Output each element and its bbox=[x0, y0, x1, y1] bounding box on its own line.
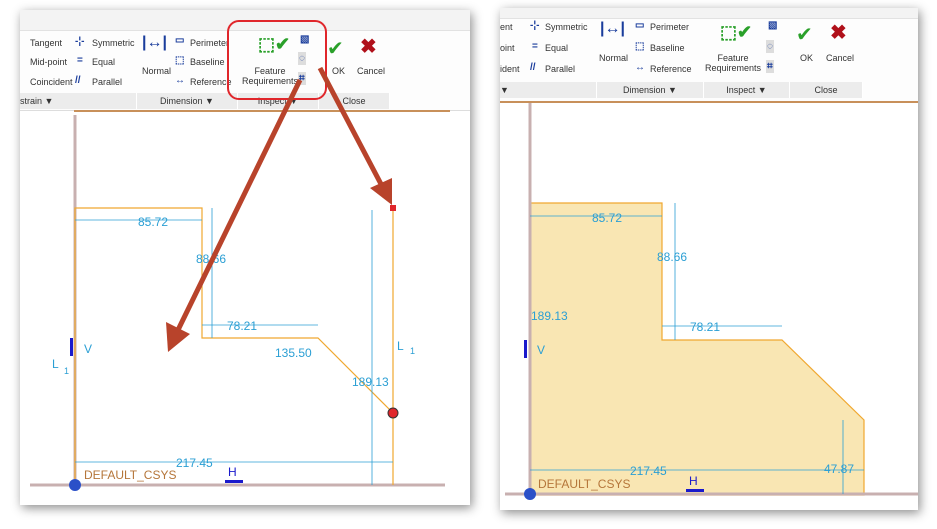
csys-icon bbox=[524, 488, 536, 500]
csys-label: DEFAULT_CSYS bbox=[538, 477, 630, 491]
annotation-arrows bbox=[166, 66, 392, 352]
vertical-constraint: V bbox=[537, 343, 545, 357]
dimension-label[interactable]: 189.13 bbox=[531, 309, 568, 323]
dimension-label[interactable]: 189.13 bbox=[352, 375, 389, 389]
constraint-label: 1 bbox=[64, 366, 69, 376]
right-sketch: 85.72 88.66 78.21 189.13 217.45 47.87 V … bbox=[505, 103, 918, 500]
dimension-label[interactable]: 78.21 bbox=[690, 320, 720, 334]
dimension-label[interactable]: 78.21 bbox=[227, 319, 257, 333]
vertical-constraint-bar bbox=[524, 340, 527, 358]
open-end-marker bbox=[387, 407, 399, 419]
dimension-label[interactable]: 85.72 bbox=[592, 211, 622, 225]
shaded-closed-loop[interactable] bbox=[529, 202, 865, 496]
vertical-constraint-bar bbox=[70, 338, 73, 356]
dimension-label[interactable]: 47.87 bbox=[824, 462, 854, 476]
csys-icon bbox=[69, 479, 81, 491]
horizontal-constraint-bar bbox=[686, 489, 704, 492]
open-end-marker bbox=[390, 205, 396, 211]
constraint-label: L bbox=[397, 339, 404, 353]
dimension-label[interactable]: 135.50 bbox=[275, 346, 312, 360]
horizontal-constraint: H bbox=[689, 474, 698, 488]
constraint-label: L bbox=[52, 357, 59, 371]
sketch-overlay: 85.72 88.66 78.21 135.50 189.13 217.45 L… bbox=[30, 66, 918, 500]
constraint-label: 1 bbox=[410, 346, 415, 356]
csys-label: DEFAULT_CSYS bbox=[84, 468, 176, 482]
left-sketch: 85.72 88.66 78.21 135.50 189.13 217.45 L… bbox=[30, 115, 445, 491]
dimension-label[interactable]: 85.72 bbox=[138, 215, 168, 229]
dimension-label[interactable]: 217.45 bbox=[176, 456, 213, 470]
sketch-outline[interactable] bbox=[74, 207, 394, 485]
dimension-label[interactable]: 217.45 bbox=[630, 464, 667, 478]
horizontal-constraint-bar bbox=[225, 480, 243, 483]
dimension-label[interactable]: 88.66 bbox=[657, 250, 687, 264]
horizontal-constraint: H bbox=[228, 465, 237, 479]
vertical-constraint: V bbox=[84, 342, 92, 356]
